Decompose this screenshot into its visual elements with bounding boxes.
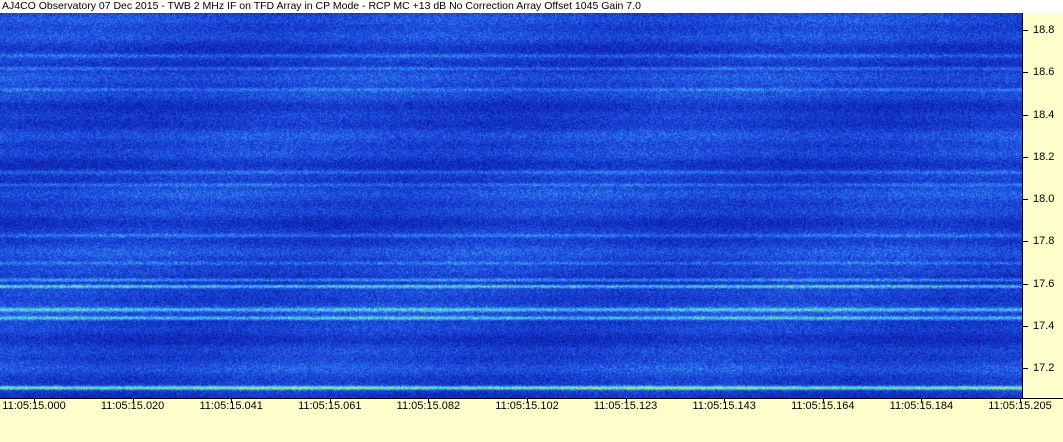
y-tick-label: 17.2 xyxy=(1033,362,1055,375)
title-bar: AJ4CO Observatory 07 Dec 2015 - TWB 2 MH… xyxy=(0,0,1063,13)
y-tick-label: 17.8 xyxy=(1033,235,1055,248)
x-tick-label: 11:05:15.164 xyxy=(791,400,855,412)
y-tick-label: 17.6 xyxy=(1033,277,1055,290)
x-tick-label: 11:05:15.184 xyxy=(889,400,954,412)
y-tick-mark xyxy=(1023,241,1028,243)
frequency-axis: 18.8 18.6 18.4 18.2 18.0 17.8 17.6 17.4 17.2 xyxy=(1022,13,1063,398)
x-tick-label: 11:05:15.205 xyxy=(988,400,1052,412)
x-tick-label: 11:05:15.082 xyxy=(396,400,461,412)
y-tick-label: 18.8 xyxy=(1033,23,1055,36)
spectrogram-plot xyxy=(0,13,1022,398)
y-tick-mark xyxy=(1023,29,1028,31)
spectrogram-canvas xyxy=(0,13,1022,398)
y-tick-mark xyxy=(1023,156,1028,158)
x-tick-label: 11:05:15.041 xyxy=(199,400,263,412)
x-tick-label: 11:05:15.061 xyxy=(298,400,362,412)
time-axis: 11:05:15.000 11:05:15.020 11:05:15.041 11:0… xyxy=(0,398,1063,442)
y-tick-mark xyxy=(1023,368,1028,370)
y-tick-mark xyxy=(1023,283,1028,285)
chart-title: AJ4CO Observatory 07 Dec 2015 - TWB 2 MH… xyxy=(2,0,641,12)
y-tick-mark xyxy=(1023,72,1028,74)
y-tick-label: 18.0 xyxy=(1033,193,1055,206)
x-tick-label: 11:05:15.143 xyxy=(692,400,756,412)
y-tick-label: 18.2 xyxy=(1033,150,1055,163)
x-tick-label: 11:05:15.000 xyxy=(2,400,66,412)
y-tick-mark xyxy=(1023,326,1028,328)
y-tick-label: 17.4 xyxy=(1033,320,1055,333)
y-tick-mark xyxy=(1023,114,1028,116)
y-tick-label: 18.4 xyxy=(1033,108,1055,121)
x-tick-label: 11:05:15.123 xyxy=(593,400,658,412)
y-tick-label: 18.6 xyxy=(1033,66,1055,79)
y-tick-mark xyxy=(1023,199,1028,201)
x-tick-label: 11:05:15.020 xyxy=(100,400,165,412)
x-tick-label: 11:05:15.102 xyxy=(495,400,559,412)
